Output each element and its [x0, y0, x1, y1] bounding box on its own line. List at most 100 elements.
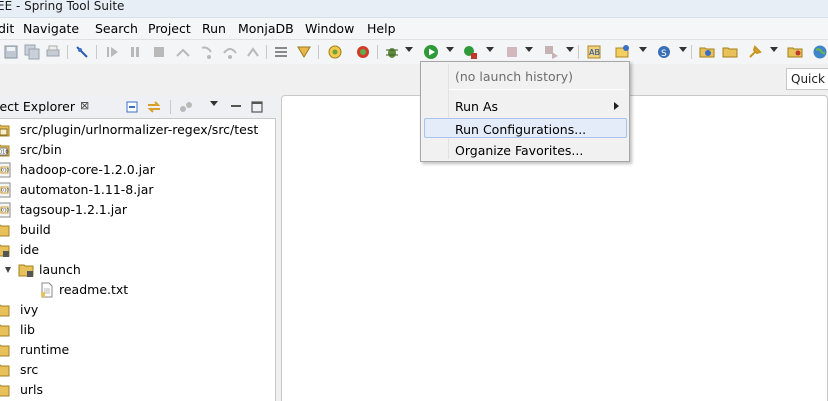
debug-icon[interactable] — [384, 44, 400, 60]
expanded-twisty-icon[interactable] — [5, 267, 11, 273]
suspend-icon[interactable] — [127, 44, 143, 60]
view-menu-icon[interactable] — [210, 101, 218, 106]
new-class-dropdown-arrow[interactable] — [679, 47, 687, 52]
menu-edit[interactable]: dit — [0, 21, 14, 36]
menu-search[interactable]: Search — [95, 21, 138, 36]
pin-dropdown-arrow[interactable] — [770, 47, 778, 52]
tree-item[interactable]: lib — [0, 320, 276, 340]
jar-icon: 010 — [0, 162, 11, 178]
web-browser-icon[interactable] — [812, 44, 828, 60]
disconnect-icon[interactable] — [175, 44, 191, 60]
tree-item[interactable]: urls — [0, 380, 276, 400]
organize-favorites-menu-item[interactable]: Organize Favorites... — [421, 140, 629, 160]
publish-dropdown-arrow[interactable] — [566, 47, 574, 52]
menu-run[interactable]: Run — [202, 21, 226, 36]
server-dropdown-arrow[interactable] — [525, 47, 533, 52]
run-dropdown-menu: (no launch history) Run As Run Configura… — [420, 61, 630, 162]
binary-folder-icon: 010 — [0, 144, 10, 157]
run-external-tool-icon[interactable] — [462, 44, 478, 60]
tree-item[interactable]: launch — [0, 260, 276, 280]
tree-item[interactable]: readme.txt — [0, 280, 276, 300]
tree-item-label: readme.txt — [59, 282, 129, 297]
boot-dashboard-icon[interactable] — [355, 44, 371, 60]
open-task-icon[interactable]: AB — [586, 44, 602, 60]
run-dropdown-arrow[interactable] — [446, 47, 454, 52]
tree-item-label: src — [20, 362, 39, 377]
svg-text:S: S — [661, 49, 667, 59]
open-folder-icon[interactable] — [699, 44, 715, 60]
debug-dropdown-arrow[interactable] — [405, 47, 413, 52]
tree-item[interactable]: ivy — [0, 300, 276, 320]
tree-item-label: urls — [20, 382, 44, 397]
save-all-icon[interactable] — [24, 44, 40, 60]
new-project-icon[interactable] — [614, 44, 630, 60]
new-java-class-icon[interactable]: S — [656, 44, 672, 60]
menu-window[interactable]: Window — [305, 21, 354, 36]
publish-icon[interactable] — [543, 44, 559, 60]
focus-on-task-icon[interactable] — [178, 99, 194, 115]
spring-icon[interactable] — [327, 44, 343, 60]
tree-item[interactable]: src/plugin/urlnormalizer-regex/src/test — [0, 120, 276, 140]
toolbar-separator — [170, 100, 171, 114]
tree-item[interactable]: 010 hadoop-core-1.2.0.jar — [0, 160, 276, 180]
toolbar-separator — [67, 45, 68, 59]
tree-item-label: automaton-1.11-8.jar — [20, 182, 154, 197]
submenu-arrow-icon — [614, 102, 619, 110]
tree-item-label: launch — [39, 262, 81, 277]
main-toolbar: AB S — [0, 40, 828, 64]
tree-item[interactable]: 010 tagsoup-1.2.1.jar — [0, 200, 276, 220]
tree-item[interactable]: 010 automaton-1.11-8.jar — [0, 180, 276, 200]
stop-server-icon[interactable] — [504, 44, 520, 60]
menu-help[interactable]: Help — [367, 21, 396, 36]
external-tool-dropdown-arrow[interactable] — [486, 47, 494, 52]
step-into-icon[interactable] — [199, 44, 215, 60]
window-title: EE - Spring Tool Suite — [0, 0, 125, 13]
link-with-editor-icon[interactable] — [146, 99, 162, 115]
terminate-icon[interactable] — [151, 44, 167, 60]
pin-icon[interactable] — [747, 44, 763, 60]
tree-item-label: src/plugin/urlnormalizer-regex/src/test — [20, 122, 259, 137]
step-return-icon[interactable] — [245, 44, 261, 60]
tree-item[interactable]: build — [0, 220, 276, 240]
run-as-menu-item[interactable]: Run As — [421, 96, 629, 116]
save-icon[interactable] — [3, 44, 19, 60]
new-project-dropdown-arrow[interactable] — [639, 47, 647, 52]
collapse-all-icon[interactable] — [124, 99, 140, 115]
svg-text:010: 010 — [1, 208, 9, 213]
step-over-icon[interactable] — [222, 44, 238, 60]
run-configurations-menu-item[interactable]: Run Configurations... — [424, 118, 627, 138]
resume-icon[interactable] — [104, 44, 120, 60]
svg-text:010: 010 — [0, 150, 9, 156]
open-perspective-icon[interactable] — [787, 44, 803, 60]
tree-item-label: build — [20, 222, 51, 237]
quick-access-field[interactable]: Quick A — [786, 68, 828, 90]
folder-icon — [0, 384, 10, 397]
tree-item[interactable]: 010 src/bin — [0, 140, 276, 160]
project-explorer-title[interactable]: ject Explorer — [0, 99, 75, 114]
tree-item[interactable]: src — [0, 360, 276, 380]
tree-item-label: lib — [20, 322, 35, 337]
no-launch-history-item: (no launch history) — [421, 66, 629, 86]
open-file-icon[interactable] — [722, 44, 738, 60]
tree-item[interactable]: ide — [0, 240, 276, 260]
folder-icon — [0, 344, 10, 357]
print-icon[interactable] — [45, 44, 61, 60]
tree-item[interactable]: runtime — [0, 340, 276, 360]
menu-bar: dit Navigate Search Project Run MonjaDB … — [0, 18, 828, 40]
maximize-icon[interactable] — [249, 99, 265, 115]
close-icon[interactable]: ⊠ — [80, 99, 89, 112]
open-type-icon[interactable] — [296, 44, 312, 60]
run-icon[interactable] — [423, 44, 439, 60]
tree-item-label: src/bin — [20, 142, 62, 157]
jar-icon: 010 — [0, 202, 11, 218]
tree-item-label: ivy — [20, 302, 39, 317]
menu-navigate[interactable]: Navigate — [23, 21, 79, 36]
svg-text:010: 010 — [1, 188, 9, 193]
use-step-filters-icon[interactable] — [273, 44, 289, 60]
skip-breakpoints-icon[interactable] — [74, 44, 90, 60]
menu-monjadb[interactable]: MonjaDB — [238, 21, 294, 36]
toolbar-separator — [578, 45, 579, 59]
toolbar-separator — [266, 45, 267, 59]
minimize-icon[interactable] — [228, 99, 244, 115]
menu-project[interactable]: Project — [148, 21, 191, 36]
